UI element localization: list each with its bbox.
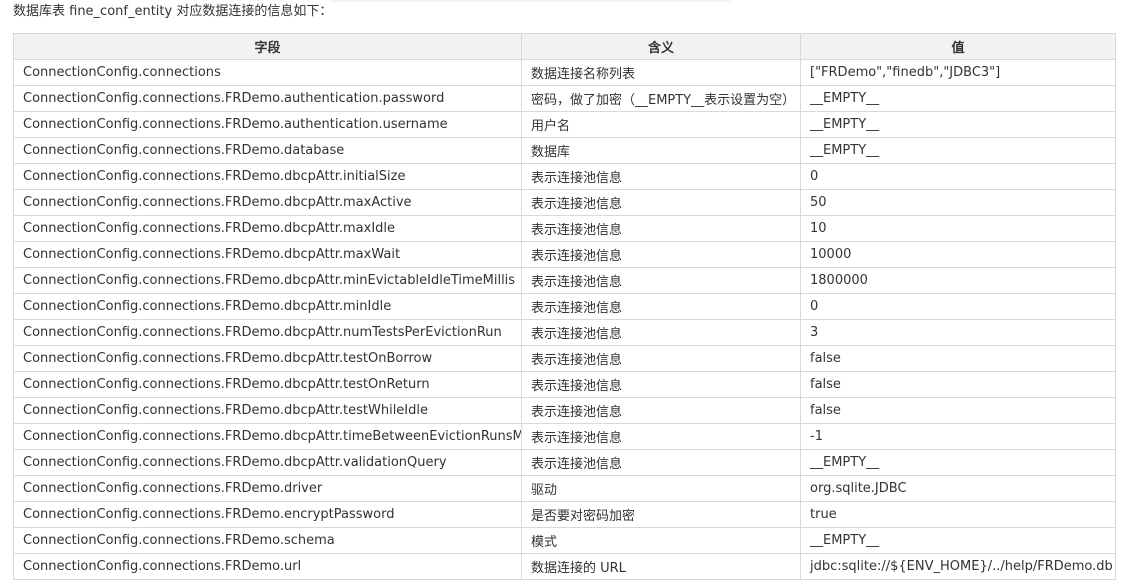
meaning-cell: 表示连接池信息 <box>521 371 801 398</box>
meaning-cell: 表示连接池信息 <box>521 397 801 424</box>
field-cell: ConnectionConfig.connections.FRDemo.dbcp… <box>13 449 522 476</box>
meaning-cell: 表示连接池信息 <box>521 345 801 372</box>
table-row: ConnectionConfig.connections.FRDemo.encr… <box>13 501 1116 528</box>
header-meaning: 含义 <box>521 33 801 60</box>
table-body: ConnectionConfig.connections 数据连接名称列表 ["F… <box>13 59 1116 580</box>
meaning-cell: 模式 <box>521 527 801 554</box>
field-cell: ConnectionConfig.connections.FRDemo.auth… <box>13 111 522 138</box>
field-cell: ConnectionConfig.connections <box>13 59 522 86</box>
header-field: 字段 <box>13 33 522 60</box>
table-row: ConnectionConfig.connections.FRDemo.dbcp… <box>13 345 1116 372</box>
field-cell: ConnectionConfig.connections.FRDemo.dbcp… <box>13 319 522 346</box>
value-cell: false <box>800 371 1116 398</box>
table-row: ConnectionConfig.connections.FRDemo.dbcp… <box>13 215 1116 242</box>
table-row: ConnectionConfig.connections.FRDemo.auth… <box>13 85 1116 112</box>
value-cell: jdbc:sqlite://${ENV_HOME}/../help/FRDemo… <box>800 553 1116 580</box>
value-cell: __EMPTY__ <box>800 111 1116 138</box>
meaning-cell: 表示连接池信息 <box>521 163 801 190</box>
table-row: ConnectionConfig.connections.FRDemo.dbcp… <box>13 371 1116 398</box>
field-cell: ConnectionConfig.connections.FRDemo.sche… <box>13 527 522 554</box>
table-row: ConnectionConfig.connections.FRDemo.auth… <box>13 111 1116 138</box>
table-row: ConnectionConfig.connections.FRDemo.dbcp… <box>13 319 1116 346</box>
value-cell: 0 <box>800 293 1116 320</box>
table-row: ConnectionConfig.connections.FRDemo.dbcp… <box>13 241 1116 268</box>
field-cell: ConnectionConfig.connections.FRDemo.url <box>13 553 522 580</box>
field-cell: ConnectionConfig.connections.FRDemo.dbcp… <box>13 215 522 242</box>
table-row: ConnectionConfig.connections.FRDemo.url 数… <box>13 553 1116 580</box>
field-cell: ConnectionConfig.connections.FRDemo.dbcp… <box>13 267 522 294</box>
value-cell: false <box>800 345 1116 372</box>
meaning-cell: 表示连接池信息 <box>521 449 801 476</box>
meaning-cell: 用户名 <box>521 111 801 138</box>
field-cell: ConnectionConfig.connections.FRDemo.data… <box>13 137 522 164</box>
value-cell: ["FRDemo","finedb","JDBC3"] <box>800 59 1116 86</box>
top-shadow <box>330 0 730 3</box>
field-cell: ConnectionConfig.connections.FRDemo.dbcp… <box>13 189 522 216</box>
value-cell: __EMPTY__ <box>800 449 1116 476</box>
field-cell: ConnectionConfig.connections.FRDemo.auth… <box>13 85 522 112</box>
table-row: ConnectionConfig.connections.FRDemo.data… <box>13 137 1116 164</box>
field-cell: ConnectionConfig.connections.FRDemo.encr… <box>13 501 522 528</box>
value-cell: 0 <box>800 163 1116 190</box>
field-cell: ConnectionConfig.connections.FRDemo.dbcp… <box>13 163 522 190</box>
field-cell: ConnectionConfig.connections.FRDemo.dbcp… <box>13 423 522 450</box>
field-cell: ConnectionConfig.connections.FRDemo.dbcp… <box>13 397 522 424</box>
value-cell: __EMPTY__ <box>800 85 1116 112</box>
meaning-cell: 表示连接池信息 <box>521 293 801 320</box>
value-cell: __EMPTY__ <box>800 527 1116 554</box>
field-cell: ConnectionConfig.connections.FRDemo.dbcp… <box>13 371 522 398</box>
meaning-cell: 表示连接池信息 <box>521 189 801 216</box>
value-cell: __EMPTY__ <box>800 137 1116 164</box>
table-row: ConnectionConfig.connections 数据连接名称列表 ["F… <box>13 59 1116 86</box>
table-row: ConnectionConfig.connections.FRDemo.dbcp… <box>13 423 1116 450</box>
value-cell: false <box>800 397 1116 424</box>
table-row: ConnectionConfig.connections.FRDemo.dbcp… <box>13 293 1116 320</box>
meaning-cell: 驱动 <box>521 475 801 502</box>
field-cell: ConnectionConfig.connections.FRDemo.driv… <box>13 475 522 502</box>
table-row: ConnectionConfig.connections.FRDemo.dbcp… <box>13 449 1116 476</box>
value-cell: -1 <box>800 423 1116 450</box>
table-row: ConnectionConfig.connections.FRDemo.driv… <box>13 475 1116 502</box>
field-cell: ConnectionConfig.connections.FRDemo.dbcp… <box>13 293 522 320</box>
meaning-cell: 密码，做了加密（__EMPTY__表示设置为空） <box>521 85 801 112</box>
meaning-cell: 数据连接的 URL <box>521 553 801 580</box>
table-row: ConnectionConfig.connections.FRDemo.dbcp… <box>13 163 1116 190</box>
meaning-cell: 表示连接池信息 <box>521 267 801 294</box>
meaning-cell: 数据连接名称列表 <box>521 59 801 86</box>
table-header-row: 字段 含义 值 <box>13 33 1116 60</box>
meaning-cell: 数据库 <box>521 137 801 164</box>
meaning-cell: 表示连接池信息 <box>521 241 801 268</box>
header-value: 值 <box>800 33 1116 60</box>
table-row: ConnectionConfig.connections.FRDemo.dbcp… <box>13 267 1116 294</box>
table-row: ConnectionConfig.connections.FRDemo.dbcp… <box>13 189 1116 216</box>
table-row: ConnectionConfig.connections.FRDemo.sche… <box>13 527 1116 554</box>
intro-text: 数据库表 fine_conf_entity 对应数据连接的信息如下： <box>13 4 333 19</box>
value-cell: org.sqlite.JDBC <box>800 475 1116 502</box>
table-row: ConnectionConfig.connections.FRDemo.dbcp… <box>13 397 1116 424</box>
meaning-cell: 是否要对密码加密 <box>521 501 801 528</box>
value-cell: 50 <box>800 189 1116 216</box>
value-cell: 10000 <box>800 241 1116 268</box>
field-cell: ConnectionConfig.connections.FRDemo.dbcp… <box>13 241 522 268</box>
value-cell: 1800000 <box>800 267 1116 294</box>
config-table: 字段 含义 值 ConnectionConfig.connections 数据连… <box>13 33 1116 580</box>
value-cell: 10 <box>800 215 1116 242</box>
meaning-cell: 表示连接池信息 <box>521 319 801 346</box>
value-cell: true <box>800 501 1116 528</box>
meaning-cell: 表示连接池信息 <box>521 423 801 450</box>
field-cell: ConnectionConfig.connections.FRDemo.dbcp… <box>13 345 522 372</box>
meaning-cell: 表示连接池信息 <box>521 215 801 242</box>
value-cell: 3 <box>800 319 1116 346</box>
